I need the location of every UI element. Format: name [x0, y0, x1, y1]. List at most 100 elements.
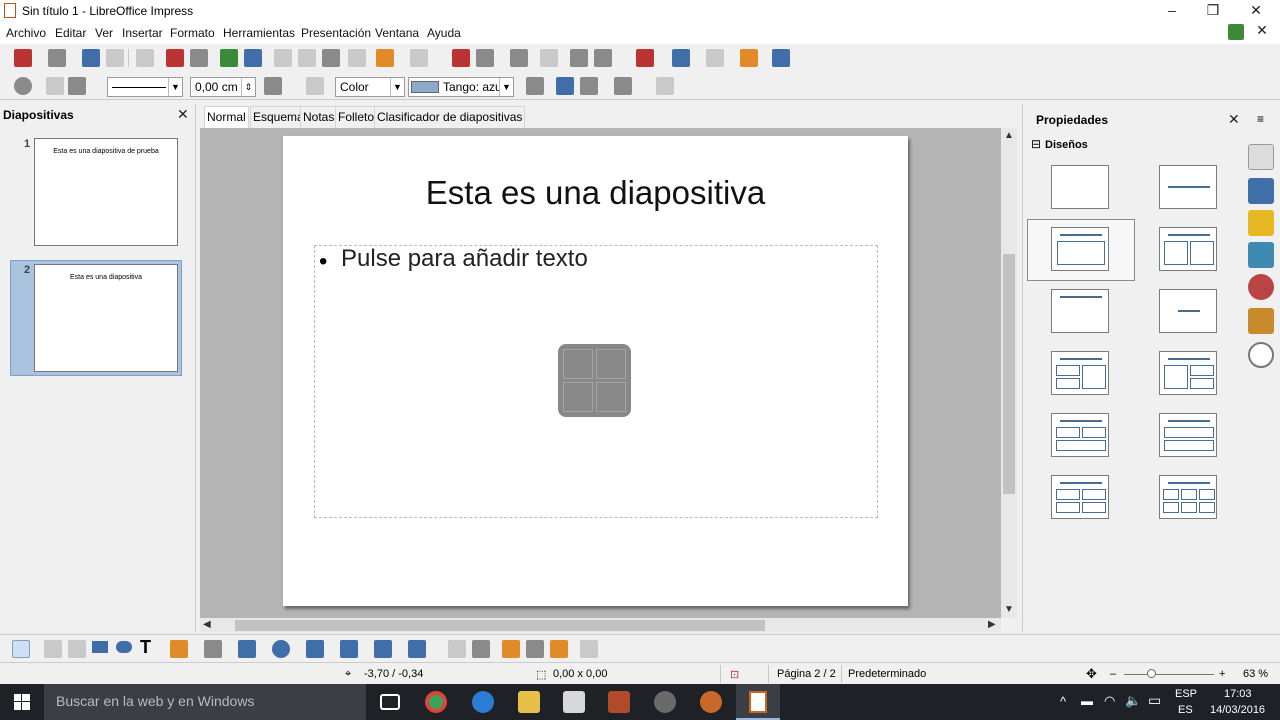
area-icon[interactable] [306, 77, 324, 95]
fit-slide-icon[interactable]: ✥ [1086, 666, 1097, 682]
text-tool-icon[interactable]: T [140, 637, 151, 658]
paste-icon[interactable] [322, 49, 340, 67]
sidebar-menu-icon[interactable]: ≡ [1257, 112, 1264, 126]
flowchart-icon[interactable] [340, 640, 358, 658]
insert-chart-icon[interactable] [596, 349, 626, 379]
document-modified-icon[interactable]: ⊡ [730, 668, 739, 681]
line-style-select[interactable]: ▼ [107, 77, 183, 97]
email-icon[interactable] [106, 49, 124, 67]
slide-thumbnail-1[interactable]: Esta es una diapositiva de prueba [34, 138, 178, 246]
insert-image-toolbar-icon[interactable] [526, 640, 544, 658]
virtualbox-icon[interactable] [563, 691, 585, 713]
wifi-icon[interactable]: ◠ [1104, 693, 1115, 709]
impress-task-button[interactable] [736, 684, 780, 720]
start-slideshow-icon[interactable] [772, 49, 790, 67]
fields-icon[interactable] [510, 49, 528, 67]
grid-icon[interactable] [540, 49, 558, 67]
layout-title-content[interactable] [1051, 227, 1109, 271]
undo-icon[interactable] [376, 49, 394, 67]
slide-title[interactable]: Esta es una diapositiva [283, 174, 908, 212]
horizontal-scrollbar[interactable]: ◀ ▶ [200, 618, 1001, 632]
area-color-select[interactable]: Tango: azu ▼ [408, 77, 514, 97]
line-ends-icon[interactable] [46, 77, 64, 95]
placeholder-text[interactable]: Pulse para añadir texto [341, 245, 588, 273]
layout-centered-text[interactable] [1159, 289, 1217, 333]
line-style-icon[interactable] [68, 77, 86, 95]
slide-thumbnail-2[interactable]: Esta es una diapositiva [34, 264, 178, 372]
layout-blank[interactable] [1051, 165, 1109, 209]
menu-herramientas[interactable]: Herramientas [223, 26, 295, 40]
tray-chevron-icon[interactable]: ^ [1060, 694, 1066, 709]
media-player-icon[interactable] [608, 691, 630, 713]
insert-image-icon[interactable] [563, 382, 593, 412]
clock-time[interactable]: 17:03 [1224, 688, 1252, 700]
area-style-select[interactable]: Color ▼ [335, 77, 405, 97]
line-width-field[interactable]: 0,00 cm ⇕ [190, 77, 256, 97]
no-entry-icon[interactable] [570, 49, 588, 67]
save-icon[interactable] [82, 49, 100, 67]
menu-ventana[interactable]: Ventana [375, 26, 419, 40]
new-icon[interactable] [14, 49, 32, 67]
block-arrows-icon[interactable] [306, 640, 324, 658]
layout-title-only-top[interactable] [1051, 289, 1109, 333]
scroll-thumb[interactable] [1003, 254, 1015, 494]
content-placeholder[interactable]: • Pulse para añadir texto [314, 245, 878, 518]
menu-ayuda[interactable]: Ayuda [427, 26, 461, 40]
menu-formato[interactable]: Formato [170, 26, 215, 40]
line-icon[interactable] [44, 640, 62, 658]
notifications-icon[interactable]: ▭ [1148, 692, 1161, 709]
scroll-thumb[interactable] [235, 620, 765, 631]
align-icon[interactable] [580, 77, 598, 95]
line-color-icon[interactable] [264, 77, 282, 95]
clone-format-icon[interactable] [348, 49, 366, 67]
basic-shapes-icon[interactable] [238, 640, 256, 658]
animation-deck-icon[interactable] [1248, 210, 1274, 236]
fontwork-icon[interactable] [502, 640, 520, 658]
close-properties-icon[interactable]: ✕ [1228, 111, 1240, 128]
layout-6-content[interactable] [1159, 475, 1217, 519]
chart-icon[interactable] [452, 49, 470, 67]
menu-editar[interactable]: Editar [55, 26, 86, 40]
insert-table-icon[interactable] [563, 349, 593, 379]
chrome-icon[interactable] [425, 691, 447, 713]
clock-date[interactable]: 14/03/2016 [1210, 704, 1265, 716]
arrange-icon[interactable] [614, 77, 632, 95]
tab-notas[interactable]: Notas [300, 106, 338, 128]
restore-button[interactable]: ❐ [1203, 2, 1223, 20]
insert-object-icon[interactable] [558, 344, 631, 417]
styles-deck-icon[interactable] [1248, 274, 1274, 300]
table-icon[interactable] [476, 49, 494, 67]
stars-icon[interactable] [408, 640, 426, 658]
zoom-slider-handle[interactable] [1147, 669, 1156, 678]
gallery-icon[interactable] [550, 640, 568, 658]
rectangle-icon[interactable] [92, 641, 108, 653]
navigator-deck-icon[interactable] [1248, 342, 1274, 368]
menu-archivo[interactable]: Archivo [6, 26, 46, 40]
layout-content-over-2[interactable] [1051, 413, 1109, 457]
layout-title-2-content[interactable] [1159, 227, 1217, 271]
zoom-level[interactable]: 63 % [1243, 668, 1268, 680]
navigator-icon[interactable] [672, 49, 690, 67]
display-views-icon[interactable] [706, 49, 724, 67]
file-explorer-icon[interactable] [518, 691, 540, 713]
tab-folleto[interactable]: Folleto [335, 106, 378, 128]
scroll-right-icon[interactable]: ▶ [988, 619, 996, 630]
autospell-icon[interactable] [244, 49, 262, 67]
master-slides-deck-icon[interactable] [1248, 178, 1274, 204]
select-icon[interactable] [12, 640, 30, 658]
glue-points-icon[interactable] [472, 640, 490, 658]
toggle-extrusion-icon[interactable] [656, 77, 674, 95]
task-view-icon[interactable] [380, 694, 400, 710]
copy-icon[interactable] [298, 49, 316, 67]
close-document-button[interactable]: ✕ [1252, 22, 1272, 40]
menu-presentacion[interactable]: Presentación [301, 26, 371, 40]
extrusion-icon[interactable] [580, 640, 598, 658]
export-pdf-icon[interactable] [166, 49, 184, 67]
volume-icon[interactable]: 🔈 [1125, 693, 1141, 709]
object-properties-icon[interactable] [14, 77, 32, 95]
close-slides-pane-icon[interactable]: ✕ [177, 106, 189, 123]
app-icon[interactable] [700, 691, 722, 713]
collapse-icon[interactable]: ⊟ [1031, 137, 1041, 151]
tab-esquema[interactable]: Esquema [250, 106, 307, 128]
connector-icon[interactable] [204, 640, 222, 658]
